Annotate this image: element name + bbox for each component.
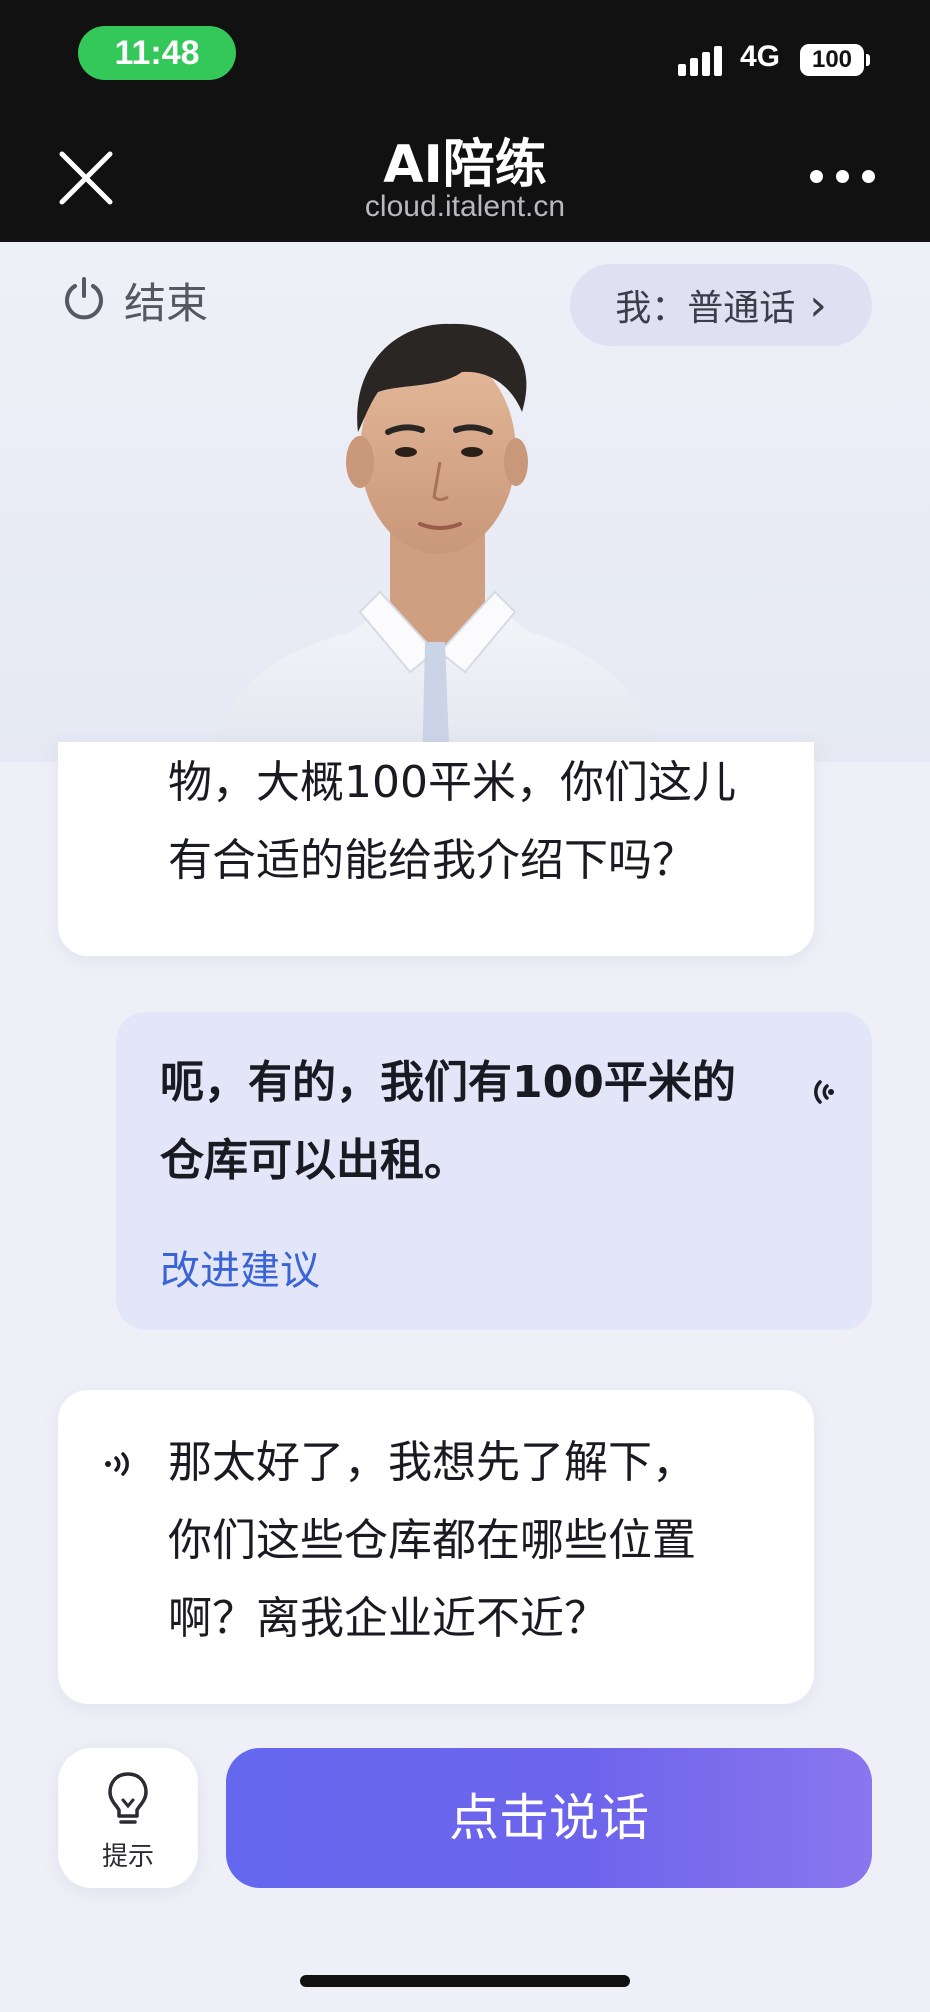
page-url: cloud.italent.cn [364, 190, 566, 223]
lightbulb-icon [108, 1772, 148, 1824]
ai-message: 那太好了，我想先了解下， 你们这些仓库都在哪些位置 啊？离我企业近不近？ [58, 1390, 814, 1704]
page-title: AI陪练 [383, 135, 547, 195]
more-icon[interactable] [810, 164, 876, 188]
status-time: 11:48 [78, 26, 236, 80]
network-label: 4G [740, 40, 781, 73]
hint-label: 提示 [101, 1842, 154, 1872]
ai-message: 物，大概100平米，你们这儿 有合适的能给我介绍下吗？ [58, 742, 814, 956]
hint-button[interactable]: 提示 [58, 1748, 198, 1888]
home-indicator [300, 1975, 630, 1987]
message-text: 那太好了，我想先了解下， 你们这些仓库都在哪些位置 啊？离我企业近不近？ [168, 1437, 696, 1644]
message-text: 呃，有的，我们有100平米的 仓库可以出租。 [160, 1057, 736, 1186]
battery-icon: 100 [800, 44, 864, 76]
improvement-suggestion-link[interactable]: 改进建议 [160, 1238, 320, 1296]
ai-avatar [211, 323, 659, 762]
power-icon [60, 274, 108, 326]
tap-to-speak-button[interactable]: 点击说话 [226, 1748, 872, 1888]
avatar-stage: 结束 我：普通话 › [0, 242, 930, 762]
signal-icon [678, 46, 726, 76]
end-button[interactable]: 结束 [60, 274, 208, 328]
voice-playing-icon[interactable] [794, 1072, 834, 1112]
top-bar: 11:48 4G 100 AI陪练 cloud.italent.cn [0, 0, 930, 242]
user-message: 呃，有的，我们有100平米的 仓库可以出租。 改进建议 [116, 1012, 872, 1330]
voice-playing-icon[interactable] [104, 1444, 144, 1484]
end-label: 结束 [124, 278, 209, 328]
message-text: 物，大概100平米，你们这儿 有合适的能给我介绍下吗？ [168, 757, 736, 886]
battery-tip [866, 54, 870, 66]
chevron-right-icon: › [809, 279, 827, 331]
